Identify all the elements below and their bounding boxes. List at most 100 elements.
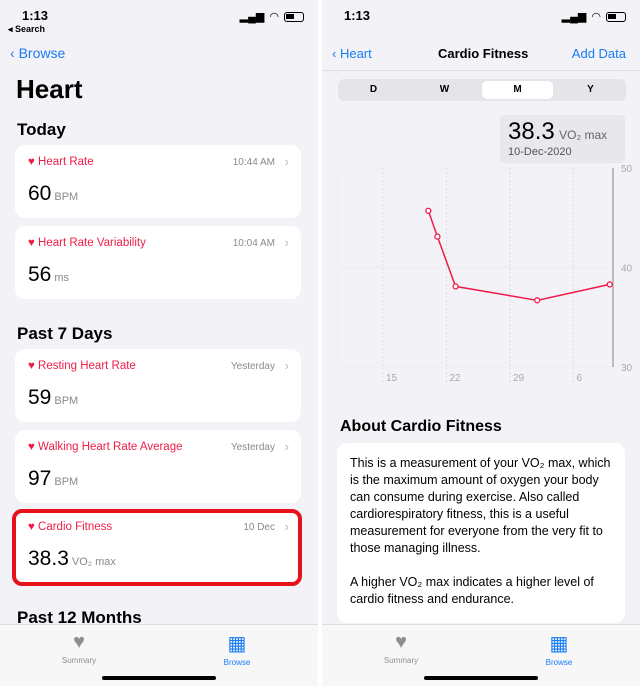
callout-value: 38.3 [508, 118, 555, 145]
heart-icon: ♥ [28, 156, 35, 168]
card-title: ♥ Resting Heart Rate [28, 360, 136, 372]
heart-icon: ♥ [395, 631, 407, 653]
chevron-right-icon: › [284, 235, 289, 250]
nav-divider [322, 70, 640, 71]
highlight-box [12, 509, 302, 586]
time-range-segmented-control: D W M Y [338, 79, 626, 101]
status-icons: ▂▄▆ ◠ [240, 10, 304, 23]
tab-label: Browse [223, 658, 251, 667]
heart-icon: ♥ [28, 237, 35, 249]
card-date: 10:44 AM [232, 157, 275, 168]
tab-browse[interactable]: ▦ Browse [197, 631, 277, 667]
back-button[interactable]: ‹ Heart [332, 46, 372, 61]
chevron-right-icon: › [284, 439, 289, 454]
status-time: 1:13 [22, 8, 49, 23]
metric-card[interactable]: ♥ Walking Heart Rate Average Yesterday ›… [15, 430, 301, 503]
card-title-text: Heart Rate Variability [38, 237, 146, 249]
heart-icon: ♥ [73, 631, 85, 653]
chevron-right-icon: › [284, 154, 289, 169]
section-past-7-days: Past 7 Days [17, 324, 113, 343]
data-point [534, 297, 541, 304]
x-tick-label: 15 [386, 373, 398, 384]
cardio-chart[interactable]: 50 40 30 15 22 29 6 [322, 160, 640, 390]
tab-browse[interactable]: ▦ Browse [519, 631, 599, 667]
add-data-button[interactable]: Add Data [572, 46, 626, 61]
back-label: Heart [339, 46, 372, 61]
home-indicator [424, 676, 538, 680]
metric-card[interactable]: ♥ Heart Rate Variability 10:04 AM › 56 ms [15, 226, 301, 299]
back-to-search[interactable]: ◂ Search [8, 24, 45, 35]
wifi-icon: ◠ [269, 11, 279, 23]
card-value: 97 BPM [28, 467, 78, 491]
metric-card[interactable]: ♥ Heart Rate 10:44 AM › 60 BPM [15, 145, 301, 218]
wifi-icon: ◠ [591, 11, 601, 23]
card-title: ♥ Heart Rate [28, 156, 94, 168]
segment-year[interactable]: Y [555, 79, 626, 101]
value-unit: BPM [54, 191, 79, 203]
cardio-fitness-screen: 1:13 ▂▄▆ ◠ ‹ Heart Cardio Fitness Add Dat… [322, 0, 640, 686]
card-value: 56 ms [28, 263, 69, 287]
back-button[interactable]: ‹ Browse [10, 45, 65, 61]
card-title-text: Heart Rate [38, 156, 94, 168]
value-unit: BPM [54, 395, 79, 407]
heart-browse-screen: 1:13 ◂ Search ▂▄▆ ◠ ‹ Browse Heart Today … [0, 0, 318, 686]
data-point [425, 207, 432, 214]
y-tick-label: 50 [621, 164, 633, 175]
value-unit: ms [54, 272, 70, 284]
home-indicator [102, 676, 216, 680]
value-unit: BPM [54, 476, 79, 488]
tab-summary[interactable]: ♥ Summary [361, 631, 441, 665]
battery-icon [606, 11, 626, 22]
back-label: Browse [18, 45, 66, 61]
page-title: Heart [16, 74, 83, 104]
x-tick-label: 22 [449, 373, 461, 384]
signal-icon: ▂▄▆ [561, 11, 587, 23]
metric-card[interactable]: ♥ Resting Heart Rate Yesterday › 59 BPM [15, 349, 301, 422]
value-callout: 38.3 VO₂ max 10-Dec-2020 [500, 115, 625, 163]
segment-week[interactable]: W [409, 79, 480, 101]
card-date: Yesterday [230, 442, 275, 453]
signal-icon: ▂▄▆ [239, 11, 265, 23]
card-title-text: Resting Heart Rate [38, 360, 136, 372]
tab-summary[interactable]: ♥ Summary [39, 631, 119, 665]
value-number: 56 [28, 263, 52, 286]
about-paragraph: This is a measurement of your VO₂ max, w… [350, 456, 611, 555]
value-number: 60 [28, 182, 52, 205]
data-point [452, 283, 459, 290]
y-tick-label: 40 [621, 264, 633, 275]
callout-unit: VO₂ max [559, 128, 608, 142]
value-number: 97 [28, 467, 52, 490]
battery-icon [284, 11, 304, 22]
card-value: 59 BPM [28, 386, 78, 410]
x-tick-label: 29 [513, 373, 525, 384]
tab-bar: ♥ Summary ▦ Browse [322, 624, 640, 686]
segment-day[interactable]: D [338, 79, 409, 101]
segment-month[interactable]: M [482, 81, 553, 99]
about-card: This is a measurement of your VO₂ max, w… [337, 443, 625, 623]
card-date: Yesterday [230, 361, 275, 372]
about-title: About Cardio Fitness [340, 418, 502, 435]
nav-title: Cardio Fitness [438, 46, 529, 61]
grid-icon: ▦ [549, 633, 569, 655]
status-icons: ▂▄▆ ◠ [562, 10, 626, 23]
tab-label: Summary [61, 656, 97, 665]
heart-icon: ♥ [28, 360, 35, 372]
card-value: 60 BPM [28, 182, 78, 206]
tab-label: Summary [383, 656, 419, 665]
card-date: 10:04 AM [232, 238, 275, 249]
callout-date: 10-Dec-2020 [508, 146, 572, 158]
status-time: 1:13 [344, 8, 371, 23]
card-title: ♥ Walking Heart Rate Average [28, 441, 183, 453]
value-number: 59 [28, 386, 52, 409]
tab-label: Browse [545, 658, 573, 667]
x-tick-label: 6 [576, 373, 582, 384]
grid-icon: ▦ [227, 633, 247, 655]
tab-bar: ♥ Summary ▦ Browse [0, 624, 318, 686]
section-today: Today [17, 120, 66, 139]
chevron-right-icon: › [284, 358, 289, 373]
back-app-label: Search [15, 24, 46, 34]
card-title: ♥ Heart Rate Variability [28, 237, 146, 249]
y-tick-label: 30 [621, 363, 633, 374]
heart-icon: ♥ [28, 441, 35, 453]
card-title-text: Walking Heart Rate Average [38, 441, 183, 453]
